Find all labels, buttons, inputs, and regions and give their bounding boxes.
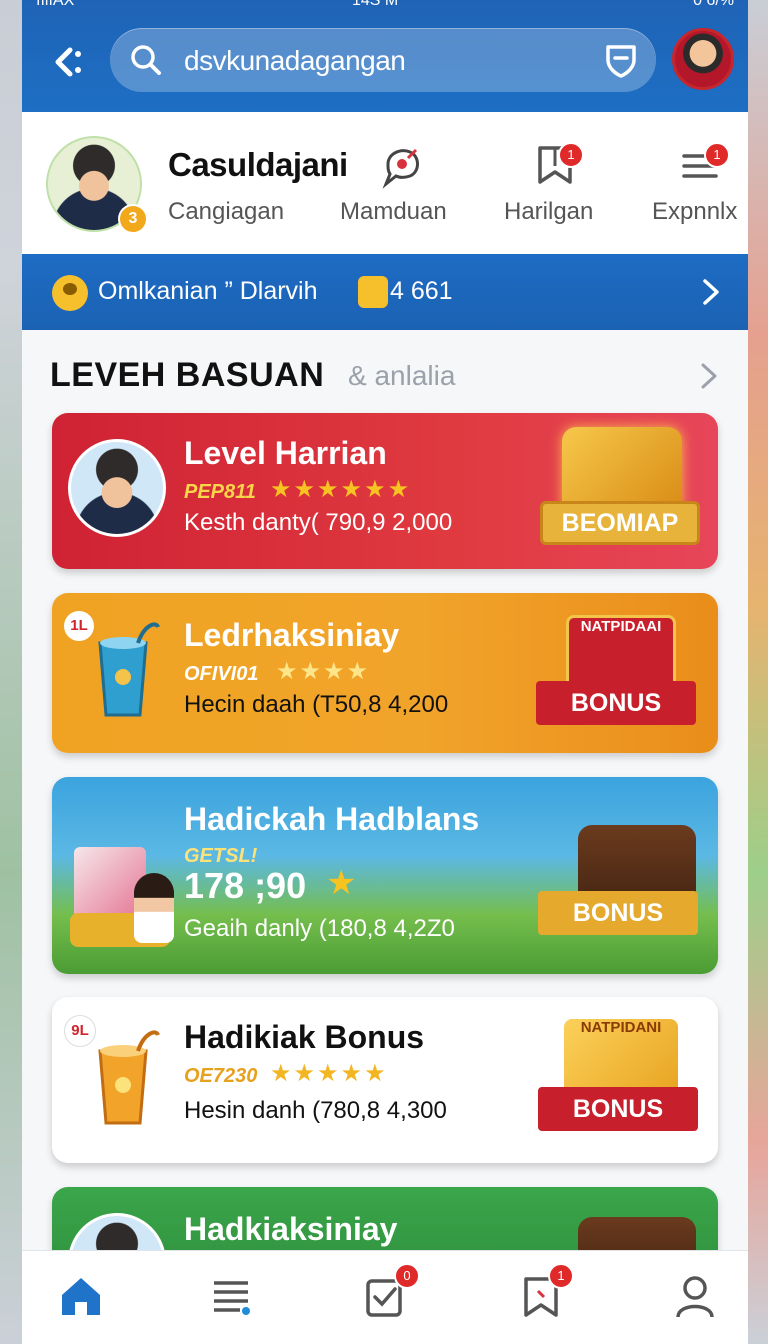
user-status-icon <box>52 275 88 311</box>
shield-icon[interactable] <box>604 42 638 78</box>
card-description: Geaih danly (180,8 4,2Z0 <box>184 915 455 942</box>
bottom-nav: 0 1 <box>22 1250 748 1344</box>
chevron-right-icon[interactable] <box>700 362 718 390</box>
coin-count: 4 661 <box>390 277 453 305</box>
battery-text: 0 6/% <box>693 0 734 9</box>
bonus-badge: BONUS <box>538 891 698 935</box>
status-bar: ıılıAX 14S M 0 6/% <box>22 0 748 12</box>
ticket-label: NATPIDAAI <box>580 618 662 635</box>
chevron-right-icon[interactable] <box>702 278 720 306</box>
notification-badge: 0 <box>394 1263 420 1289</box>
level-card[interactable]: Hadickah Hadblans GETSL! 178 ;90 ★ Geaih… <box>52 777 718 974</box>
bonus-badge: BONUS <box>538 1087 698 1131</box>
card-title: Hadikiak Bonus <box>184 1019 425 1055</box>
app-window: ıılıAX 14S M 0 6/% dsvkunadagangan 3 Cas… <box>22 0 748 1344</box>
bonus-badge: BONUS <box>536 681 696 725</box>
level-card[interactable]: 9L Hadikiak Bonus OE7230 ★★★★★ Hesin dan… <box>52 997 718 1163</box>
cup-icon <box>98 1030 160 1125</box>
notification-badge: 1 <box>548 1263 574 1289</box>
level-card[interactable]: 1L Ledrhaksiniay OFIVI01 ★★★★ Hecin daah… <box>52 593 718 753</box>
reward-badge: BEOMIAP <box>540 501 700 545</box>
card-title: Hadkiaksiniay <box>184 1211 398 1247</box>
card-code: OFIVI01 <box>184 663 259 685</box>
profile-tab-2[interactable]: Mamduan <box>340 198 447 226</box>
profile-section: 3 Casuldajani Cangiagan Mamduan 1 Harilg… <box>22 112 748 254</box>
search-bar[interactable]: dsvkunadagangan <box>110 28 656 92</box>
card-code: PEP811 <box>184 481 256 503</box>
info-strip[interactable]: Omlkanian ” Dlarvih 4 661 <box>22 254 748 330</box>
profile-tab-4[interactable]: Expnnlx <box>652 198 737 226</box>
notification-badge: 1 <box>704 142 730 168</box>
star-icon: ★ <box>326 864 357 902</box>
card-description: Kesth danty( 790,9 2,000 <box>184 509 453 536</box>
header-bar: ıılıAX 14S M 0 6/% dsvkunadagangan <box>22 0 748 112</box>
profile-tab-1[interactable]: Cangiagan <box>168 198 284 226</box>
rating-stars: ★★★★★ <box>270 1060 388 1087</box>
character-icon <box>134 873 174 943</box>
card-title: Level Harrian <box>184 435 387 471</box>
chat-bubble-icon[interactable] <box>378 144 428 190</box>
card-description: Hesin danh (780,8 4,300 <box>184 1097 447 1124</box>
list-icon[interactable] <box>206 1271 256 1321</box>
profile-name: Casuldajani <box>168 146 348 183</box>
card-avatar <box>68 439 166 537</box>
notification-badge: 1 <box>558 142 584 168</box>
user-avatar[interactable] <box>672 28 734 90</box>
signal-text: ıılıAX <box>36 0 75 9</box>
section-title: LEVEH BASUAN <box>50 356 325 394</box>
section-subtitle: & anlalia <box>348 360 456 391</box>
card-title: Ledrhaksiniay <box>184 617 400 653</box>
coin-icon <box>358 276 388 308</box>
search-icon <box>131 45 161 75</box>
ticket-label: NATPIDANI <box>580 1019 662 1036</box>
search-input[interactable]: dsvkunadagangan <box>184 45 406 77</box>
back-icon[interactable] <box>44 40 88 84</box>
profile-icon[interactable] <box>670 1271 720 1321</box>
info-text: Omlkanian ” Dlarvih <box>98 277 318 305</box>
background-right <box>746 0 768 1344</box>
card-score: 178 ;90 <box>184 865 307 906</box>
level-card[interactable]: Level Harrian PEP811 ★★★★★★ Kesth danty(… <box>52 413 718 569</box>
level-badge: 3 <box>118 204 148 234</box>
background-left <box>0 0 22 1344</box>
home-icon[interactable] <box>56 1271 106 1321</box>
card-description: Hecin daah (T50,8 4,200 <box>184 691 449 718</box>
card-code: OE7230 <box>184 1065 258 1087</box>
profile-tab-3[interactable]: Harilgan <box>504 198 593 226</box>
status-time: 14S M <box>352 0 399 9</box>
rating-stars: ★★★★ <box>276 658 371 685</box>
cup-icon <box>98 622 160 717</box>
rating-stars: ★★★★★★ <box>270 476 412 503</box>
card-title: Hadickah Hadblans <box>184 801 480 837</box>
